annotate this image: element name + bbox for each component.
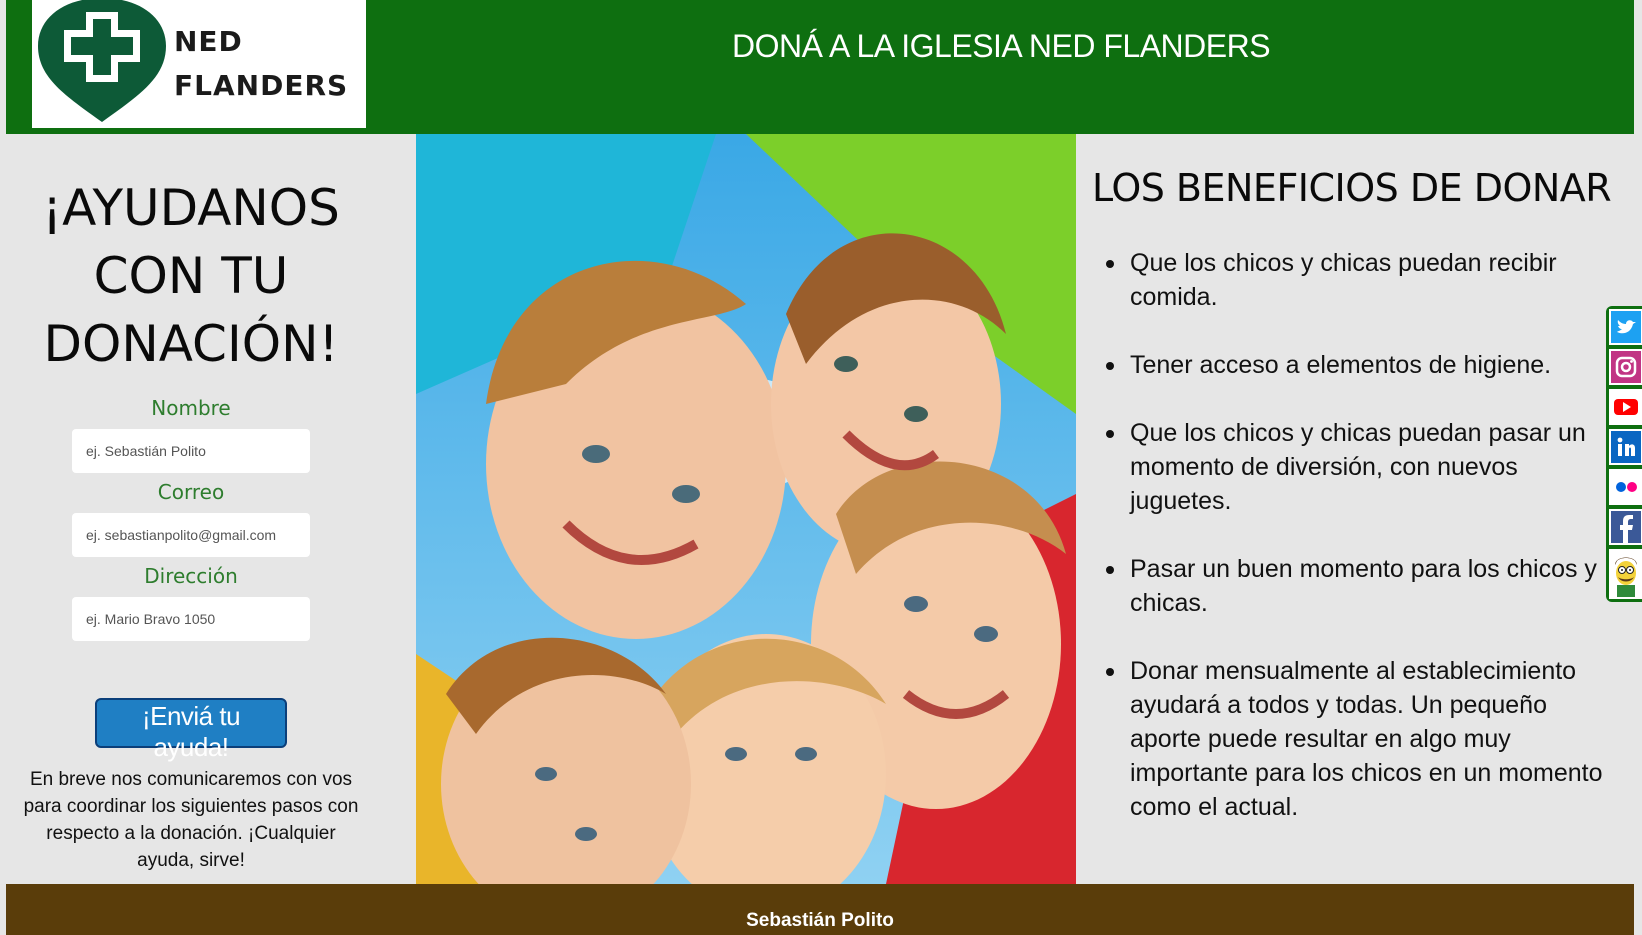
submit-donation-button[interactable]: ¡Enviá tu ayuda! bbox=[95, 698, 287, 762]
flickr-icon[interactable] bbox=[1609, 469, 1642, 505]
youtube-icon[interactable] bbox=[1609, 389, 1642, 425]
instagram-icon[interactable] bbox=[1609, 349, 1642, 385]
name-label: Nombre bbox=[151, 396, 231, 420]
children-photo-illustration bbox=[416, 134, 1076, 884]
twitter-icon[interactable] bbox=[1609, 309, 1642, 345]
linkedin-icon[interactable] bbox=[1609, 429, 1642, 465]
donation-form-panel: ¡AYUDANOS CON TU DONACIÓN! Nombre Correo… bbox=[6, 134, 416, 884]
email-label: Correo bbox=[157, 480, 225, 504]
form-note: En breve nos comunicaremos con vos para … bbox=[23, 769, 359, 871]
logo-line-1: NED bbox=[174, 25, 243, 58]
benefits-title: LOS BENEFICIOS DE DONAR bbox=[1092, 166, 1612, 210]
benefits-list: Que los chicos y chicas puedan recibir c… bbox=[1100, 246, 1604, 858]
form-heading: ¡AYUDANOS CON TU DONACIÓN! bbox=[6, 174, 376, 378]
logo[interactable]: NED FLANDERS bbox=[32, 0, 366, 128]
list-item: Pasar un buen momento para los chicos y … bbox=[1106, 552, 1604, 620]
logo-text: NED FLANDERS bbox=[174, 20, 348, 108]
logo-line-2: FLANDERS bbox=[174, 69, 349, 102]
children-photo bbox=[416, 134, 1076, 884]
name-input[interactable] bbox=[72, 429, 310, 473]
address-input[interactable] bbox=[72, 597, 310, 641]
list-item: Donar mensualmente al establecimiento ay… bbox=[1106, 654, 1604, 824]
list-item: Que los chicos y chicas puedan recibir c… bbox=[1106, 246, 1604, 314]
site-header: NED FLANDERS DONÁ A LA IGLESIA NED FLAND… bbox=[6, 0, 1634, 134]
form-heading-text: ¡AYUDANOS CON TU DONACIÓN! bbox=[42, 179, 340, 373]
cross-logo-icon bbox=[38, 0, 166, 122]
facebook-icon[interactable] bbox=[1609, 509, 1642, 545]
list-item: Tener acceso a elementos de higiene. bbox=[1106, 348, 1604, 382]
benefits-panel: LOS BENEFICIOS DE DONAR Que los chicos y… bbox=[1076, 134, 1612, 884]
list-item: Que los chicos y chicas puedan pasar un … bbox=[1106, 416, 1604, 518]
address-label: Dirección bbox=[144, 564, 238, 588]
footer-author: Sebastián Polito bbox=[746, 910, 894, 931]
ned-flanders-icon[interactable] bbox=[1609, 549, 1642, 599]
social-sidebar bbox=[1606, 306, 1642, 602]
page-title: DONÁ A LA IGLESIA NED FLANDERS bbox=[731, 28, 1271, 64]
email-input[interactable] bbox=[72, 513, 310, 557]
site-footer: Sebastián Polito bbox=[6, 884, 1634, 935]
